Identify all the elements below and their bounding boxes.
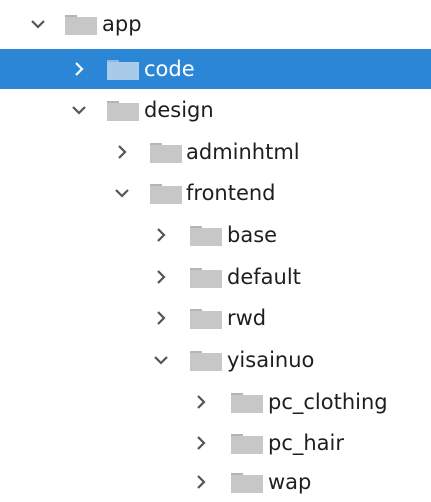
tree-node-label: pc_hair (268, 431, 345, 455)
chevron-right-icon[interactable] (189, 390, 213, 414)
tree-node-label: yisainuo (227, 348, 315, 372)
folder-icon (190, 351, 222, 371)
tree-node-pc_clothing[interactable]: pc_clothing (0, 382, 431, 422)
folder-icon (150, 143, 182, 163)
chevron-right-icon[interactable] (149, 265, 173, 289)
folder-icon (231, 473, 263, 493)
chevron-right-icon[interactable] (149, 306, 173, 330)
tree-node-label: rwd (227, 306, 267, 330)
tree-node-wap[interactable]: wap (0, 462, 431, 502)
folder-icon (65, 15, 97, 35)
tree-node-label: wap (268, 470, 312, 494)
chevron-right-icon[interactable] (110, 140, 134, 164)
tree-node-label: base (227, 223, 278, 247)
chevron-right-icon[interactable] (67, 57, 91, 81)
tree-node-rwd[interactable]: rwd (0, 298, 431, 338)
tree-node-label: pc_clothing (268, 390, 388, 414)
folder-icon (190, 309, 222, 329)
chevron-right-icon[interactable] (149, 223, 173, 247)
chevron-down-icon[interactable] (67, 98, 91, 122)
tree-node-label: adminhtml (186, 140, 300, 164)
chevron-down-icon[interactable] (110, 181, 134, 205)
folder-icon (231, 393, 263, 413)
chevron-right-icon[interactable] (189, 431, 213, 455)
tree-node-adminhtml[interactable]: adminhtml (0, 132, 431, 172)
folder-icon (107, 60, 139, 80)
folder-icon (107, 101, 139, 121)
tree-node-label: design (144, 98, 214, 122)
tree-node-design[interactable]: design (0, 90, 431, 130)
folder-icon (150, 184, 182, 204)
folder-icon (190, 226, 222, 246)
folder-icon (231, 434, 263, 454)
tree-node-label: frontend (186, 181, 276, 205)
chevron-right-icon[interactable] (189, 470, 213, 494)
chevron-down-icon[interactable] (26, 12, 50, 36)
tree-node-yisainuo[interactable]: yisainuo (0, 340, 431, 380)
tree-node-frontend[interactable]: frontend (0, 173, 431, 213)
tree-node-label: default (227, 265, 301, 289)
tree-node-app[interactable]: app (0, 4, 431, 44)
tree-node-pc_hair[interactable]: pc_hair (0, 423, 431, 463)
chevron-down-icon[interactable] (149, 348, 173, 372)
tree-node-label: code (144, 57, 195, 81)
tree-node-default[interactable]: default (0, 257, 431, 297)
folder-icon (190, 268, 222, 288)
project-file-tree: app code design adminhtml frontend base … (0, 0, 431, 502)
tree-node-label: app (102, 12, 142, 36)
tree-node-base[interactable]: base (0, 215, 431, 255)
tree-node-code[interactable]: code (0, 49, 431, 89)
